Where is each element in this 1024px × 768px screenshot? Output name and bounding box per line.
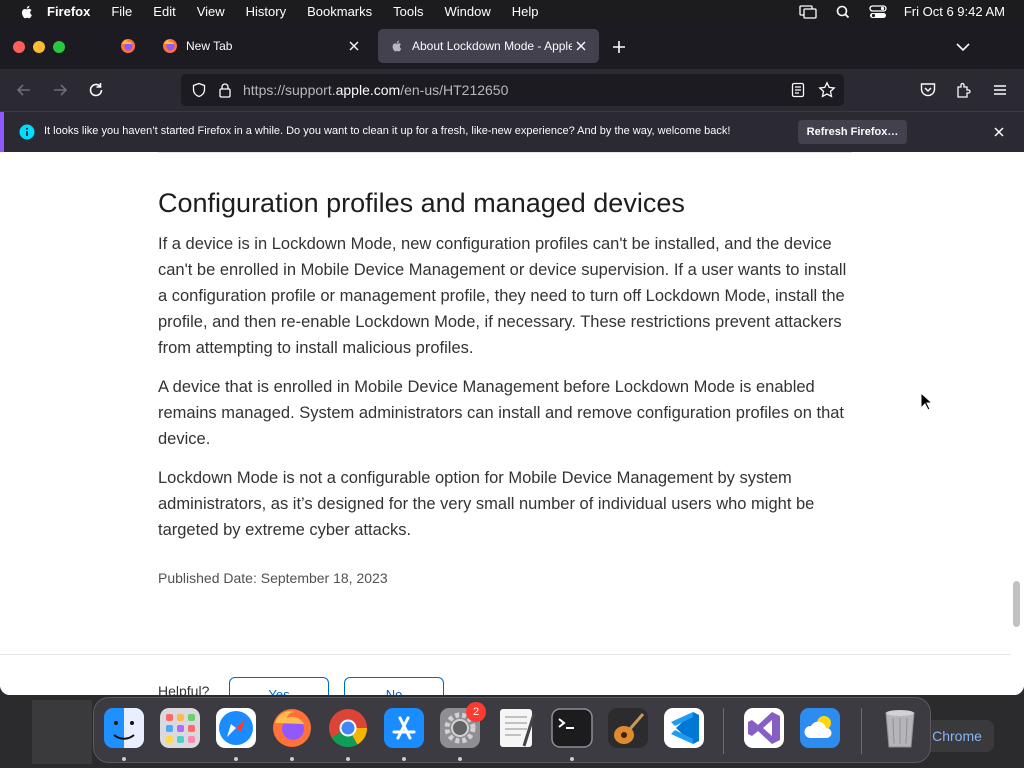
helpful-label: Helpful? bbox=[158, 683, 210, 695]
bookmark-star-icon[interactable] bbox=[818, 81, 836, 99]
published-date: Published Date: September 18, 2023 bbox=[158, 570, 388, 586]
weather-icon[interactable] bbox=[798, 706, 842, 750]
new-tab-plus-icon[interactable] bbox=[610, 38, 628, 56]
tab-new-tab[interactable]: New Tab bbox=[150, 29, 372, 63]
launchpad-icon[interactable] bbox=[158, 706, 202, 750]
url-text[interactable]: https://support.apple.com/en-us/HT212650 bbox=[243, 82, 508, 98]
article-paragraph: A device that is enrolled in Mobile Devi… bbox=[158, 378, 845, 448]
textedit-icon[interactable] bbox=[494, 706, 538, 750]
running-indicator bbox=[346, 757, 350, 761]
garageband-guitar-icon[interactable] bbox=[606, 706, 650, 750]
finder-icon[interactable] bbox=[102, 706, 146, 750]
zoom-window-button[interactable] bbox=[53, 41, 65, 53]
pocket-icon[interactable] bbox=[919, 81, 937, 99]
notification-bar: It looks like you haven’t started Firefo… bbox=[0, 111, 1024, 152]
info-icon bbox=[19, 124, 35, 140]
section-heading: Configuration profiles and managed devic… bbox=[158, 188, 685, 218]
list-all-tabs-chevron-icon[interactable] bbox=[954, 38, 972, 56]
running-indicator bbox=[458, 757, 462, 761]
firefox-icon[interactable] bbox=[270, 706, 314, 750]
navigation-toolbar: https://support.apple.com/en-us/HT212650 bbox=[0, 69, 1024, 111]
firefox-icon bbox=[163, 39, 177, 53]
menu-file[interactable]: File bbox=[111, 4, 132, 19]
firefox-icon bbox=[121, 39, 135, 53]
reload-icon[interactable] bbox=[87, 81, 105, 99]
dock-separator bbox=[723, 708, 724, 754]
apple-favicon-icon bbox=[392, 40, 402, 52]
spotlight-search-icon[interactable] bbox=[834, 5, 852, 19]
reader-view-icon[interactable] bbox=[790, 82, 806, 98]
control-center-icon[interactable] bbox=[869, 4, 887, 19]
close-tab-icon[interactable] bbox=[573, 38, 589, 54]
tab-title: New Tab bbox=[186, 39, 233, 53]
menu-edit[interactable]: Edit bbox=[153, 4, 175, 19]
menu-tools[interactable]: Tools bbox=[393, 4, 423, 19]
running-indicator bbox=[234, 757, 238, 761]
tracking-protection-shield-icon[interactable] bbox=[191, 82, 207, 98]
tab-title: About Lockdown Mode - Apple bbox=[412, 39, 572, 53]
dock-separator bbox=[861, 708, 862, 754]
extensions-puzzle-icon[interactable] bbox=[955, 81, 973, 99]
vscode-icon[interactable] bbox=[662, 706, 706, 750]
helpful-no-button[interactable]: No bbox=[344, 677, 444, 695]
pinned-tab[interactable] bbox=[110, 29, 146, 63]
refresh-firefox-button[interactable]: Refresh Firefox… bbox=[798, 120, 907, 144]
menu-view[interactable]: View bbox=[197, 4, 225, 19]
minimize-window-button[interactable] bbox=[33, 41, 45, 53]
menu-clock[interactable]: Fri Oct 6 9:42 AM bbox=[904, 4, 1005, 19]
hamburger-menu-icon[interactable] bbox=[991, 81, 1009, 99]
close-tab-icon[interactable] bbox=[346, 38, 362, 54]
menu-bookmarks[interactable]: Bookmarks bbox=[307, 4, 372, 19]
dock bbox=[93, 697, 931, 763]
url-prefix: https://support. bbox=[243, 82, 336, 98]
notification-message: It looks like you haven’t started Firefo… bbox=[44, 125, 731, 137]
url-path: /en-us/HT212650 bbox=[400, 82, 509, 98]
article-paragraph: Lockdown Mode is not a configurable opti… bbox=[158, 469, 815, 539]
running-indicator bbox=[402, 757, 406, 761]
safari-icon[interactable] bbox=[214, 706, 258, 750]
running-indicator bbox=[122, 757, 126, 761]
menu-help[interactable]: Help bbox=[512, 4, 539, 19]
chrome-window-label[interactable]: Chrome bbox=[920, 720, 994, 752]
url-domain: apple.com bbox=[335, 82, 401, 98]
close-window-button[interactable] bbox=[13, 41, 25, 53]
page-content: Configuration profiles and managed devic… bbox=[0, 152, 1024, 695]
content-divider bbox=[0, 654, 1010, 655]
visual-studio-icon[interactable] bbox=[742, 706, 786, 750]
tab-bar: New Tab About Lockdown Mode - Apple bbox=[0, 23, 1024, 69]
helpful-yes-button[interactable]: Yes bbox=[229, 677, 329, 695]
back-arrow-icon[interactable] bbox=[15, 81, 33, 99]
page-scrollbar[interactable] bbox=[1013, 581, 1020, 627]
menu-app-name[interactable]: Firefox bbox=[47, 4, 90, 19]
browser-window: New Tab About Lockdown Mode - Apple http… bbox=[0, 23, 1024, 695]
article-paragraph: If a device is in Lockdown Mode, new con… bbox=[158, 235, 847, 357]
tab-lockdown-mode[interactable]: About Lockdown Mode - Apple bbox=[378, 29, 599, 63]
app-store-icon[interactable] bbox=[382, 706, 426, 750]
section-divider bbox=[158, 152, 852, 153]
notification-accent bbox=[0, 112, 4, 152]
desktop-window-edge bbox=[32, 700, 92, 764]
running-indicator bbox=[570, 757, 574, 761]
screen-mirroring-icon[interactable] bbox=[799, 4, 817, 19]
notification-badge: 2 bbox=[466, 702, 486, 722]
close-notification-icon[interactable] bbox=[992, 125, 1006, 139]
url-bar[interactable]: https://support.apple.com/en-us/HT212650 bbox=[181, 74, 844, 106]
trash-icon[interactable] bbox=[878, 706, 922, 750]
mouse-pointer-icon bbox=[920, 392, 934, 411]
terminal-icon[interactable] bbox=[550, 706, 594, 750]
lock-icon[interactable] bbox=[217, 82, 233, 98]
forward-arrow-icon[interactable] bbox=[51, 81, 69, 99]
apple-icon[interactable] bbox=[19, 4, 35, 20]
menu-bar: Firefox File Edit View History Bookmarks… bbox=[0, 0, 1024, 23]
chrome-icon[interactable] bbox=[326, 706, 370, 750]
running-indicator bbox=[290, 757, 294, 761]
status-area: Fri Oct 6 9:42 AM bbox=[799, 0, 1024, 23]
menu-history[interactable]: History bbox=[246, 4, 286, 19]
menu-window[interactable]: Window bbox=[445, 4, 491, 19]
